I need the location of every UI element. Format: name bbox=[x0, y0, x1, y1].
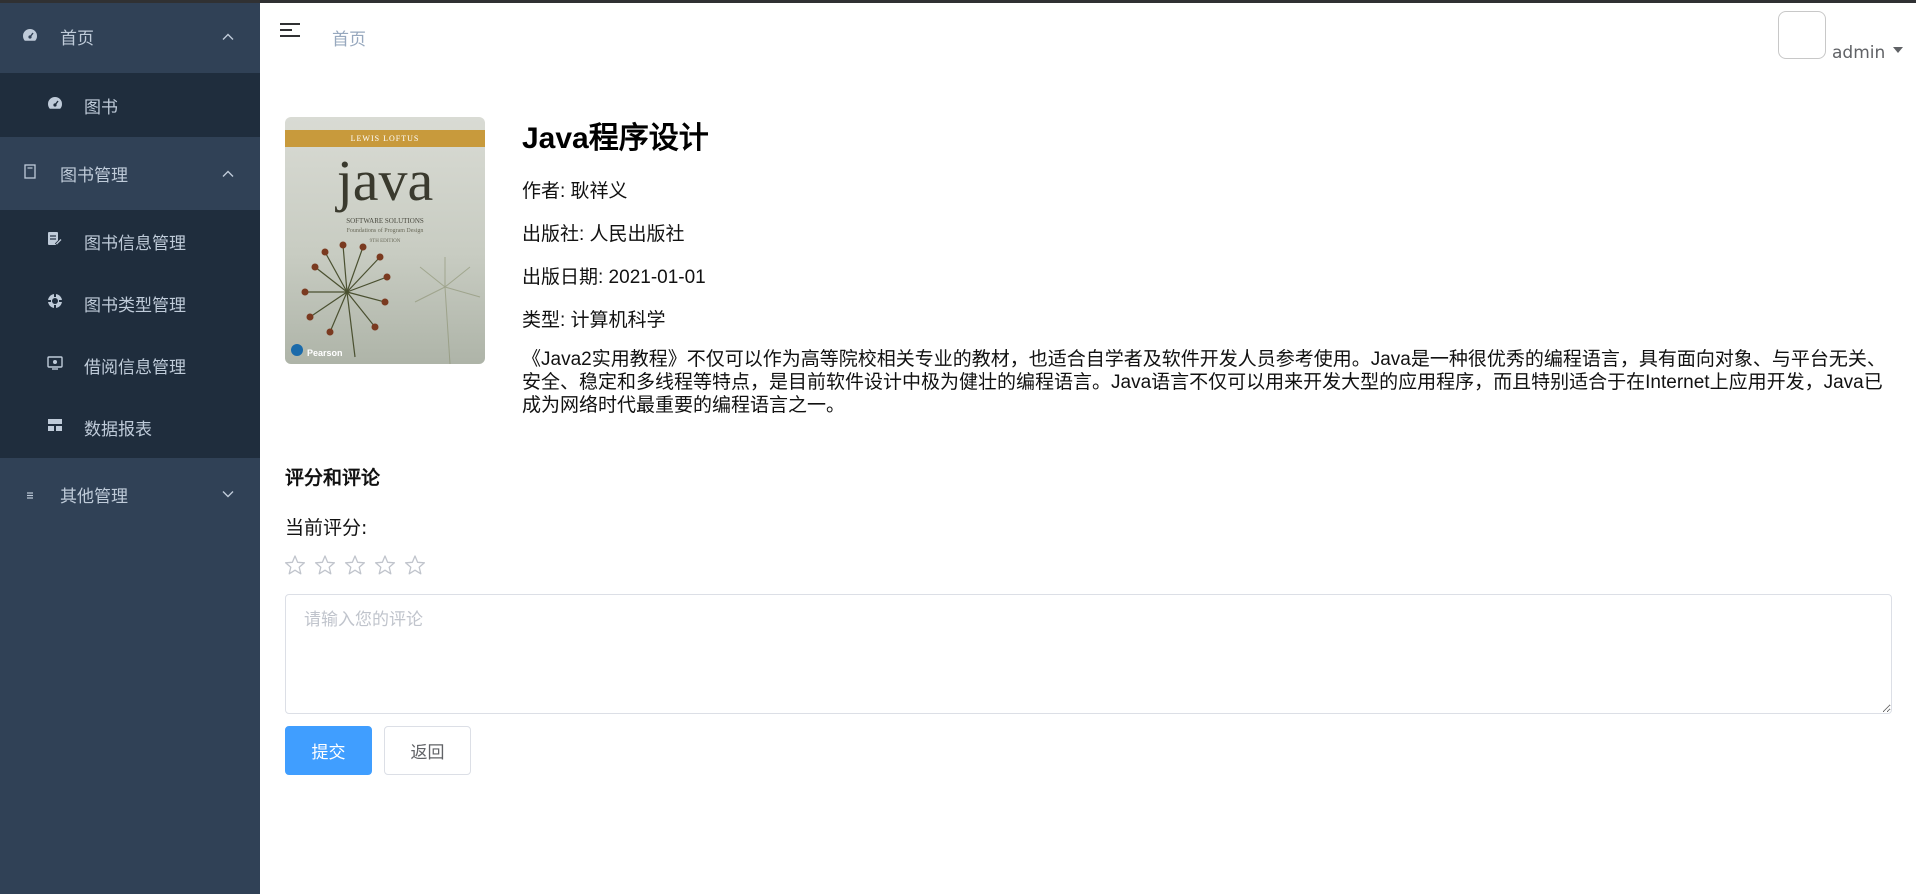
dashboard-icon bbox=[20, 28, 40, 46]
avatar[interactable] bbox=[1778, 11, 1826, 59]
dashboard-icon bbox=[46, 96, 64, 114]
sidebar-item-label: 图书信息管理 bbox=[84, 233, 186, 254]
book-category: 类型: 计算机科学 bbox=[522, 310, 666, 331]
sidebar-item-book-category[interactable]: 图书类型管理 bbox=[0, 272, 260, 334]
username[interactable]: admin bbox=[1832, 43, 1885, 63]
sidebar-item-data-report[interactable]: 数据报表 bbox=[0, 396, 260, 458]
sidebar-item-label: 数据报表 bbox=[84, 419, 152, 440]
list-icon bbox=[20, 486, 40, 504]
submenu-home: 图书 bbox=[0, 73, 260, 137]
star-icon[interactable] bbox=[284, 554, 314, 580]
sidebar-item-label: 借阅信息管理 bbox=[84, 357, 186, 378]
book-publisher: 出版社: 人民出版社 bbox=[522, 224, 685, 245]
sidebar-item-borrow-info[interactable]: 借阅信息管理 bbox=[0, 334, 260, 396]
cover-edition: 9TH EDITION bbox=[369, 239, 401, 244]
submenu-book-management: 图书信息管理 图书类型管理 借阅信息管理 数据报表 bbox=[0, 210, 260, 458]
sidebar-item-label: 图书 bbox=[84, 97, 118, 118]
document-icon bbox=[20, 164, 40, 183]
book-description: 《Java2实用教程》不仅可以作为高等院校相关专业的教材，也适合自学者及软件开发… bbox=[522, 349, 1886, 416]
sidebar-group-other-management[interactable]: 其他管理 bbox=[0, 458, 260, 531]
book-publish-date: 出版日期: 2021-01-01 bbox=[522, 267, 706, 288]
borrow-icon bbox=[46, 356, 64, 374]
cover-tagline: Foundations of Program Design bbox=[346, 228, 424, 234]
back-button[interactable]: 返回 bbox=[384, 726, 471, 775]
menu-toggle-icon[interactable] bbox=[280, 23, 300, 41]
star-icon[interactable] bbox=[404, 554, 434, 580]
sidebar-group-label: 首页 bbox=[60, 29, 94, 49]
rating-label: 当前评分: bbox=[285, 517, 368, 539]
star-rating[interactable] bbox=[284, 554, 434, 580]
sidebar-item-books[interactable]: 图书 bbox=[0, 73, 260, 137]
sidebar: 首页 图书 图书管理 图书信息管理 图书类型管理 借阅信息管理 数据报表 其他管… bbox=[0, 0, 260, 894]
category-icon bbox=[46, 293, 64, 313]
caret-down-icon[interactable] bbox=[1893, 47, 1903, 53]
sidebar-group-book-management[interactable]: 图书管理 bbox=[0, 137, 260, 210]
chevron-down-icon bbox=[222, 487, 234, 502]
edit-icon bbox=[46, 231, 64, 251]
sidebar-item-label: 图书类型管理 bbox=[84, 295, 186, 316]
book-title: Java程序设计 bbox=[522, 122, 709, 155]
navbar: 首页 admin bbox=[260, 3, 1916, 67]
submit-button[interactable]: 提交 bbox=[285, 726, 372, 775]
chevron-up-icon bbox=[222, 29, 234, 44]
cover-subtitle: SOFTWARE SOLUTIONS bbox=[346, 217, 424, 225]
report-icon bbox=[46, 418, 64, 436]
review-section-title: 评分和评论 bbox=[285, 467, 381, 489]
breadcrumb[interactable]: 首页 bbox=[332, 25, 366, 50]
book-cover-image: LEWIS LOFTUS java SOFTWARE SOLUTIONS Fou… bbox=[285, 117, 485, 364]
star-icon[interactable] bbox=[314, 554, 344, 580]
cover-publisher: Pearson bbox=[307, 348, 343, 358]
star-icon[interactable] bbox=[374, 554, 404, 580]
comment-textarea[interactable] bbox=[285, 594, 1892, 714]
cover-band: LEWIS LOFTUS bbox=[285, 130, 485, 147]
book-author: 作者: 耿祥义 bbox=[522, 181, 628, 202]
sidebar-group-label: 图书管理 bbox=[60, 166, 128, 186]
sidebar-group-label: 其他管理 bbox=[60, 487, 128, 507]
sidebar-group-home[interactable]: 首页 bbox=[0, 0, 260, 73]
sidebar-item-book-info[interactable]: 图书信息管理 bbox=[0, 210, 260, 272]
cover-title: java bbox=[336, 148, 434, 213]
chevron-up-icon bbox=[222, 166, 234, 181]
star-icon[interactable] bbox=[344, 554, 374, 580]
top-border bbox=[0, 0, 1916, 3]
